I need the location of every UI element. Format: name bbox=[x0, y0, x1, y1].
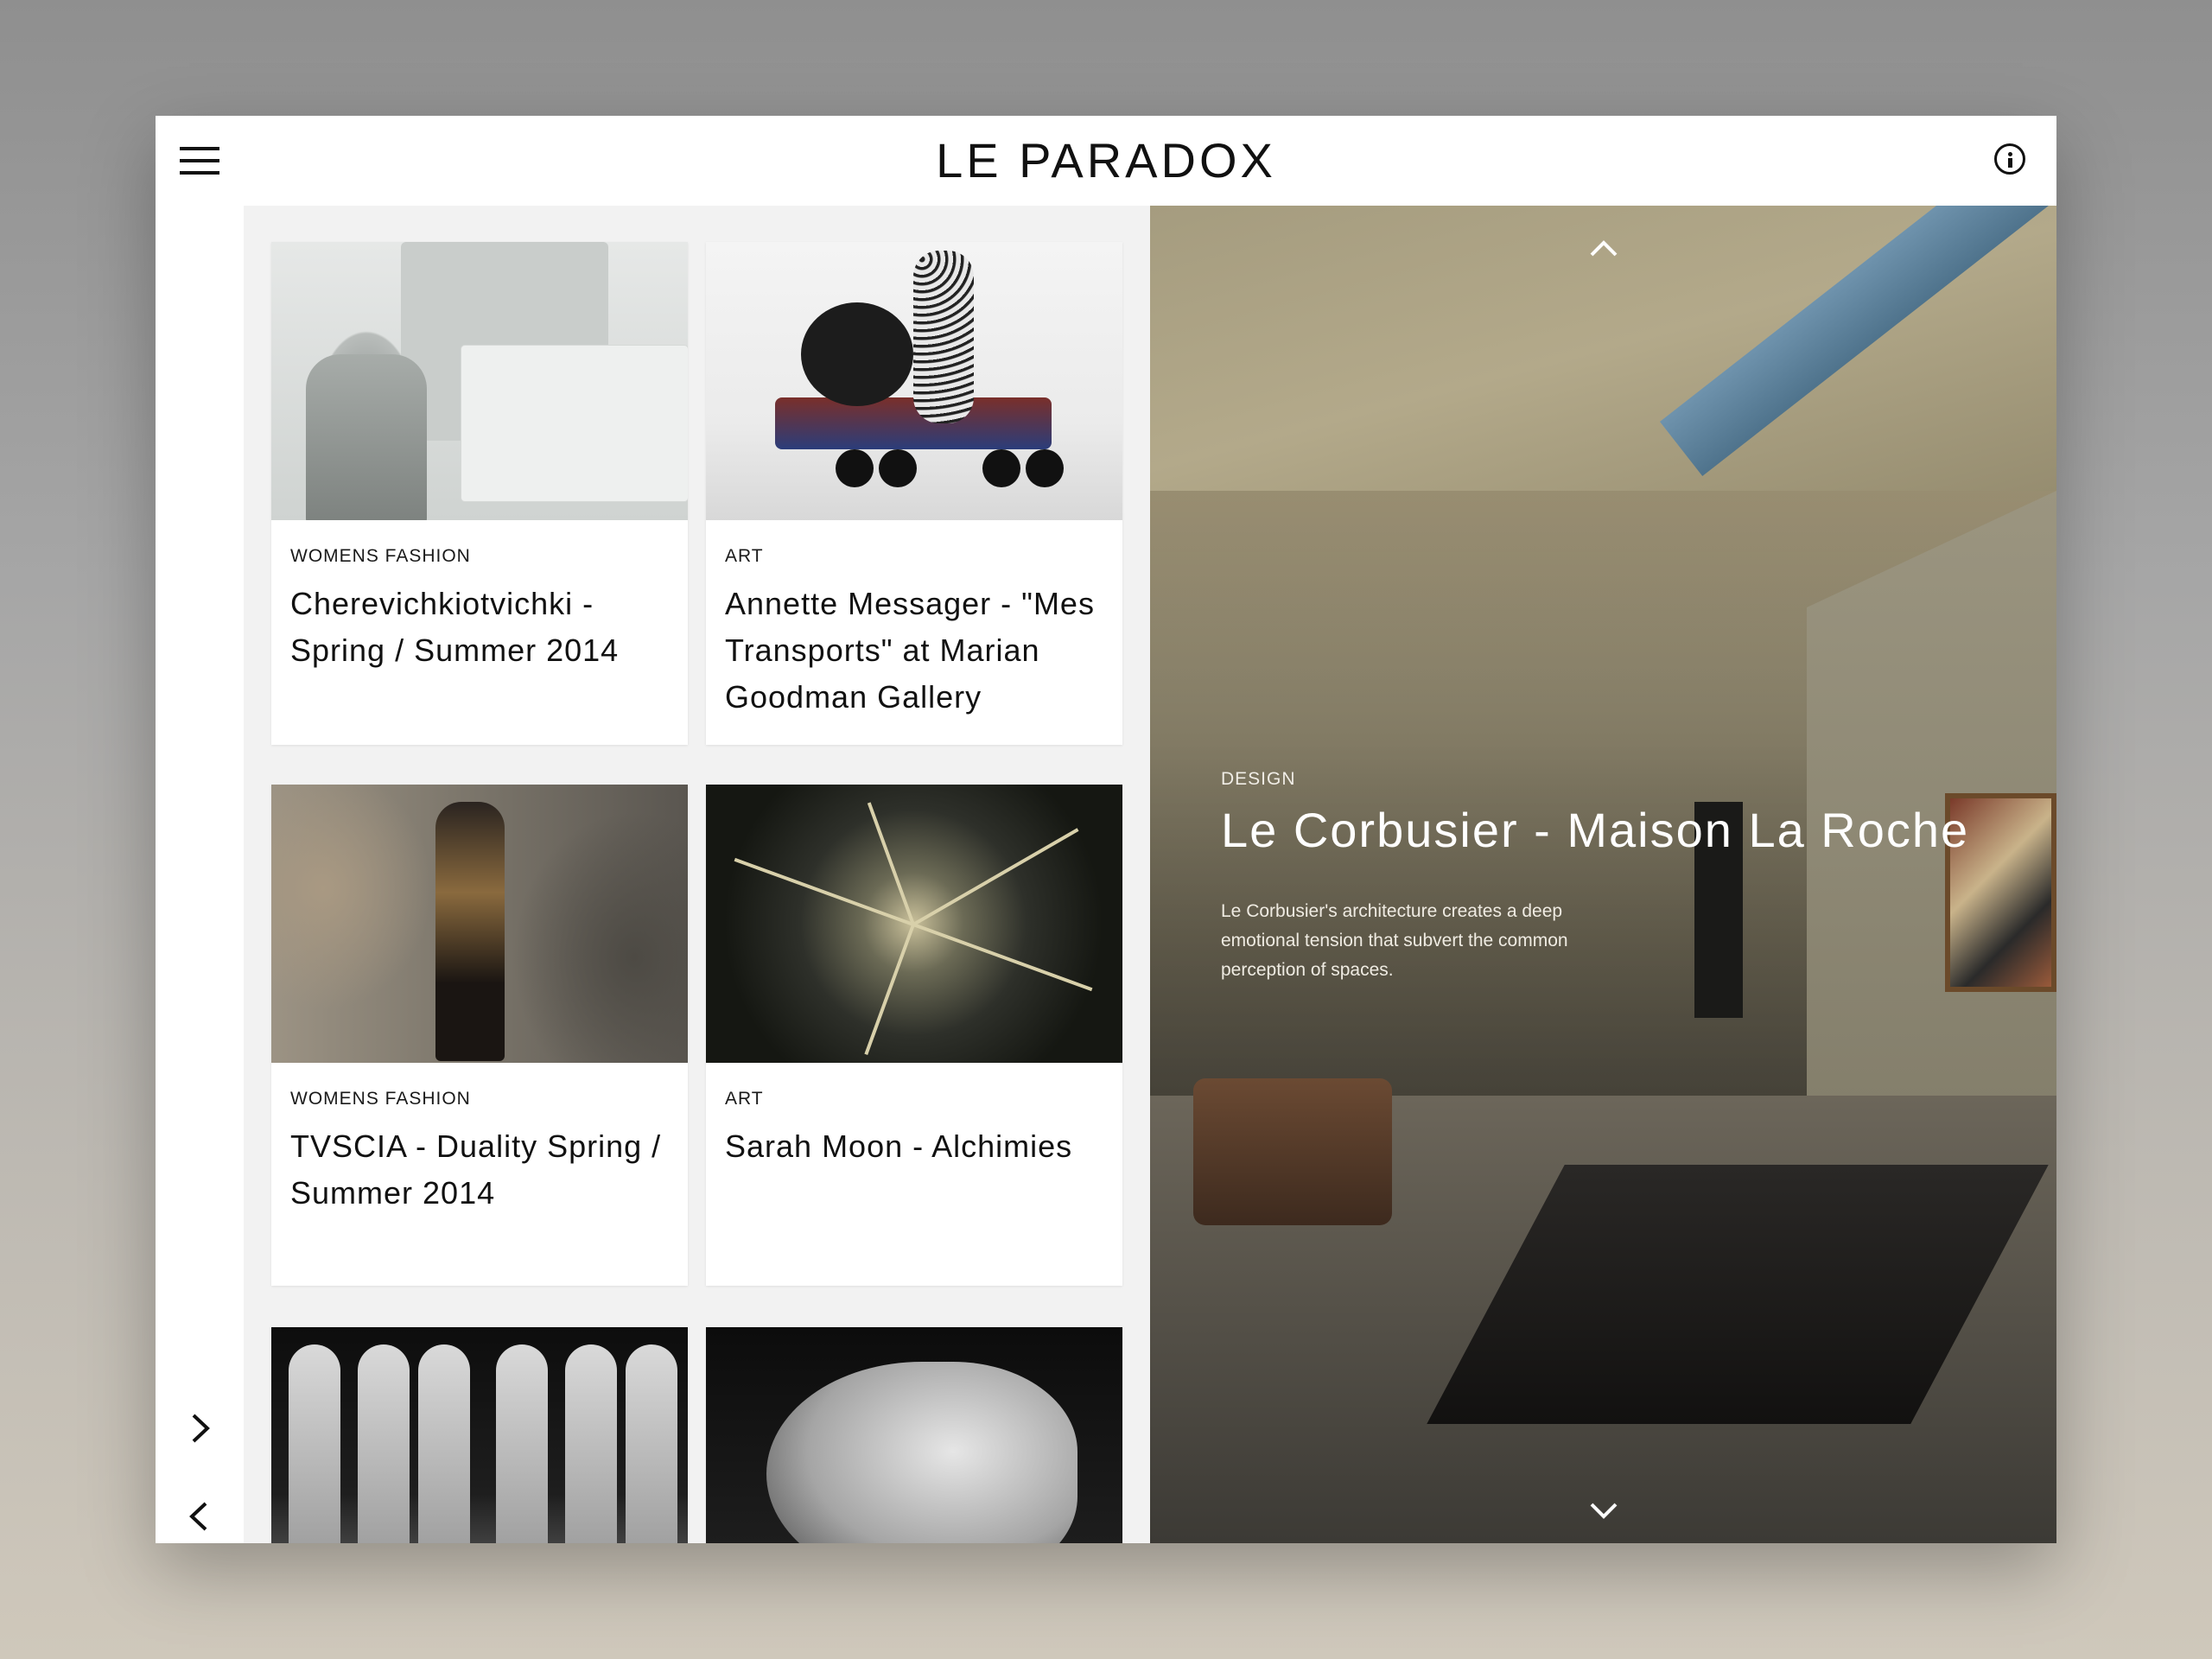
article-card[interactable] bbox=[271, 1327, 688, 1543]
image-shape bbox=[775, 397, 1052, 449]
featured-category: DESIGN bbox=[1221, 769, 1296, 789]
image-shape bbox=[306, 354, 427, 520]
article-title: Cherevichkiotvichki - Spring / Summer 20… bbox=[290, 586, 620, 668]
menu-line bbox=[180, 171, 219, 175]
image-shape bbox=[913, 251, 974, 423]
chevron-right-icon[interactable] bbox=[181, 1410, 218, 1446]
image-shape bbox=[864, 924, 915, 1056]
image-shape bbox=[734, 857, 914, 926]
article-image bbox=[706, 1327, 1122, 1543]
image-shape bbox=[982, 449, 1020, 487]
header: LE PARADOX bbox=[156, 116, 2056, 206]
article-card[interactable]: WOMENS FASHION Cherevichkiotvichki - Spr… bbox=[271, 242, 688, 745]
image-shape bbox=[496, 1344, 548, 1543]
image-shape bbox=[912, 923, 1093, 992]
image-shape bbox=[289, 1344, 340, 1543]
image-shape bbox=[912, 828, 1079, 926]
article-card[interactable] bbox=[706, 1327, 1122, 1543]
image-shape bbox=[358, 1344, 410, 1543]
article-title: TVSCIA - Duality Spring / Summer 2014 bbox=[290, 1128, 662, 1211]
article-image bbox=[706, 785, 1122, 1063]
image-shape bbox=[461, 346, 688, 501]
menu-line bbox=[180, 159, 219, 162]
brand-logo: LE PARADOX bbox=[936, 133, 1276, 188]
image-shape bbox=[565, 1344, 617, 1543]
image-shape bbox=[867, 802, 915, 925]
article-image bbox=[706, 242, 1122, 520]
article-card[interactable]: WOMENS FASHION TVSCIA - Duality Spring /… bbox=[271, 785, 688, 1286]
image-shape bbox=[836, 449, 874, 487]
image-shape bbox=[766, 1362, 1077, 1543]
chevron-up-icon[interactable] bbox=[1586, 232, 1621, 266]
chevron-down-icon[interactable] bbox=[1586, 1493, 1621, 1528]
article-category: ART bbox=[725, 546, 764, 566]
article-card[interactable]: ART Sarah Moon - Alchimies bbox=[706, 785, 1122, 1286]
image-shape bbox=[879, 449, 917, 487]
featured-description: Le Corbusier's architecture creates a de… bbox=[1221, 901, 1568, 980]
image-shape bbox=[801, 302, 913, 406]
article-title: Annette Messager - "Mes Transports" at M… bbox=[725, 586, 1095, 715]
article-title: Sarah Moon - Alchimies bbox=[725, 1128, 1073, 1164]
image-shape bbox=[626, 1344, 677, 1543]
article-grid: WOMENS FASHION Cherevichkiotvichki - Spr… bbox=[244, 206, 1167, 1543]
image-shape bbox=[435, 802, 505, 1061]
featured-article[interactable]: DESIGN Le Corbusier - Maison La Roche Le… bbox=[1150, 206, 2056, 1543]
article-image bbox=[271, 242, 688, 520]
menu-line bbox=[180, 147, 219, 150]
article-category: WOMENS FASHION bbox=[290, 1089, 471, 1109]
article-image bbox=[271, 1327, 688, 1543]
featured-title: Le Corbusier - Maison La Roche bbox=[1221, 803, 1970, 857]
info-dot bbox=[2008, 152, 2012, 156]
article-category: WOMENS FASHION bbox=[290, 546, 471, 566]
image-shape bbox=[1193, 1078, 1392, 1225]
article-card[interactable]: ART Annette Messager - "Mes Transports" … bbox=[706, 242, 1122, 745]
image-shape bbox=[1026, 449, 1064, 487]
app-window: LE PARADOX WOMENS FASHION Cherevichkiotv… bbox=[156, 116, 2056, 1543]
article-image bbox=[271, 785, 688, 1063]
article-category: ART bbox=[725, 1089, 764, 1109]
info-bar bbox=[2008, 158, 2012, 168]
chevron-left-icon[interactable] bbox=[181, 1498, 218, 1535]
hamburger-menu-icon[interactable] bbox=[180, 143, 219, 178]
left-rail bbox=[156, 206, 244, 1543]
info-icon[interactable] bbox=[1994, 143, 2025, 175]
image-shape bbox=[418, 1344, 470, 1543]
